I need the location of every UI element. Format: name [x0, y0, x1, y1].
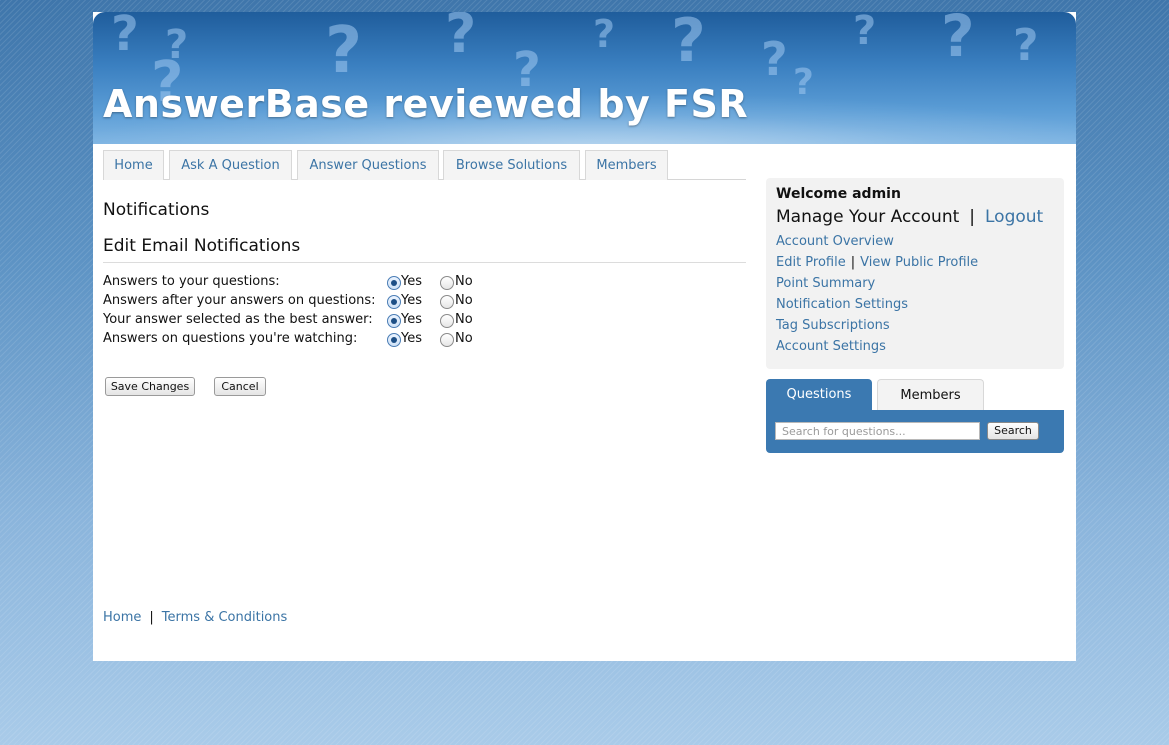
- search-widget: Questions Members Search: [766, 379, 1064, 454]
- question-mark-decoration: ?: [593, 12, 616, 56]
- question-mark-decoration: ?: [761, 32, 788, 86]
- search-input[interactable]: [775, 422, 980, 440]
- account-settings-link[interactable]: Account Settings: [776, 339, 886, 354]
- no-label: No: [455, 293, 473, 308]
- question-mark-decoration: ?: [1013, 20, 1039, 71]
- footer-separator: |: [149, 610, 154, 625]
- preference-label: Answers to your questions:: [103, 274, 280, 289]
- no-label: No: [455, 274, 473, 289]
- header-banner: ? ? ? ? ? ? ? ? ? ? ? ? ? AnswerBase rev…: [93, 12, 1076, 144]
- account-overview-link[interactable]: Account Overview: [776, 234, 894, 249]
- notification-settings-link[interactable]: Notification Settings: [776, 297, 908, 312]
- no-label: No: [455, 312, 473, 327]
- footer: Home | Terms & Conditions: [103, 610, 287, 625]
- divider: [103, 262, 746, 263]
- nav-tab-ask-question[interactable]: Ask A Question: [169, 150, 292, 180]
- tab-members[interactable]: Members: [877, 379, 984, 411]
- section-heading: Edit Email Notifications: [103, 236, 301, 256]
- question-mark-decoration: ?: [941, 12, 975, 70]
- main-nav: Home Ask A Question Answer Questions Bro…: [103, 150, 746, 180]
- cancel-button[interactable]: Cancel: [214, 377, 266, 396]
- no-radio[interactable]: [440, 295, 454, 309]
- question-mark-decoration: ?: [111, 12, 139, 62]
- nav-tab-browse-solutions[interactable]: Browse Solutions: [443, 150, 580, 180]
- yes-radio[interactable]: [387, 295, 401, 309]
- account-panel: Welcome admin Manage Your Account | Logout…: [766, 178, 1064, 369]
- page-container: ? ? ? ? ? ? ? ? ? ? ? ? ? AnswerBase rev…: [93, 12, 1076, 661]
- search-button[interactable]: Search: [987, 422, 1039, 440]
- site-title: AnswerBase reviewed by FSR: [103, 82, 749, 126]
- preference-label: Answers after your answers on questions:: [103, 293, 376, 308]
- manage-account-title: Manage Your Account: [776, 207, 960, 227]
- no-radio[interactable]: [440, 333, 454, 347]
- footer-link-terms[interactable]: Terms & Conditions: [162, 610, 288, 625]
- yes-label: Yes: [401, 312, 422, 327]
- page-title: Notifications: [103, 200, 210, 220]
- no-radio[interactable]: [440, 314, 454, 328]
- separator: |: [850, 255, 856, 270]
- nav-tab-members[interactable]: Members: [585, 150, 668, 180]
- manage-account-line: Manage Your Account | Logout: [776, 207, 1043, 227]
- footer-link-home[interactable]: Home: [103, 610, 141, 625]
- question-mark-decoration: ?: [445, 12, 477, 65]
- point-summary-link[interactable]: Point Summary: [776, 276, 875, 291]
- view-public-profile-link[interactable]: View Public Profile: [860, 255, 978, 270]
- profile-links: Edit Profile | View Public Profile: [776, 255, 978, 270]
- preference-row: Your answer selected as the best answer:…: [103, 312, 523, 331]
- nav-tab-answer-questions[interactable]: Answer Questions: [297, 150, 439, 180]
- search-panel: Search: [766, 410, 1064, 453]
- no-label: No: [455, 331, 473, 346]
- yes-radio[interactable]: [387, 333, 401, 347]
- preference-row: Answers on questions you're watching: Ye…: [103, 331, 523, 350]
- preference-label: Answers on questions you're watching:: [103, 331, 358, 346]
- yes-radio[interactable]: [387, 276, 401, 290]
- welcome-text: Welcome admin: [776, 186, 901, 202]
- yes-label: Yes: [401, 274, 422, 289]
- save-button[interactable]: Save Changes: [105, 377, 195, 396]
- yes-label: Yes: [401, 331, 422, 346]
- preference-label: Your answer selected as the best answer:: [103, 312, 373, 327]
- yes-radio[interactable]: [387, 314, 401, 328]
- question-mark-decoration: ?: [671, 12, 706, 76]
- nav-tab-home[interactable]: Home: [103, 150, 164, 180]
- question-mark-decoration: ?: [853, 12, 877, 54]
- no-radio[interactable]: [440, 276, 454, 290]
- preference-row: Answers after your answers on questions:…: [103, 293, 523, 312]
- yes-label: Yes: [401, 293, 422, 308]
- separator: |: [969, 207, 975, 227]
- tab-questions[interactable]: Questions: [766, 379, 872, 411]
- tag-subscriptions-link[interactable]: Tag Subscriptions: [776, 318, 890, 333]
- preference-row: Answers to your questions: Yes No: [103, 274, 523, 293]
- edit-profile-link[interactable]: Edit Profile: [776, 255, 846, 270]
- logout-link[interactable]: Logout: [985, 207, 1043, 227]
- question-mark-decoration: ?: [325, 14, 363, 88]
